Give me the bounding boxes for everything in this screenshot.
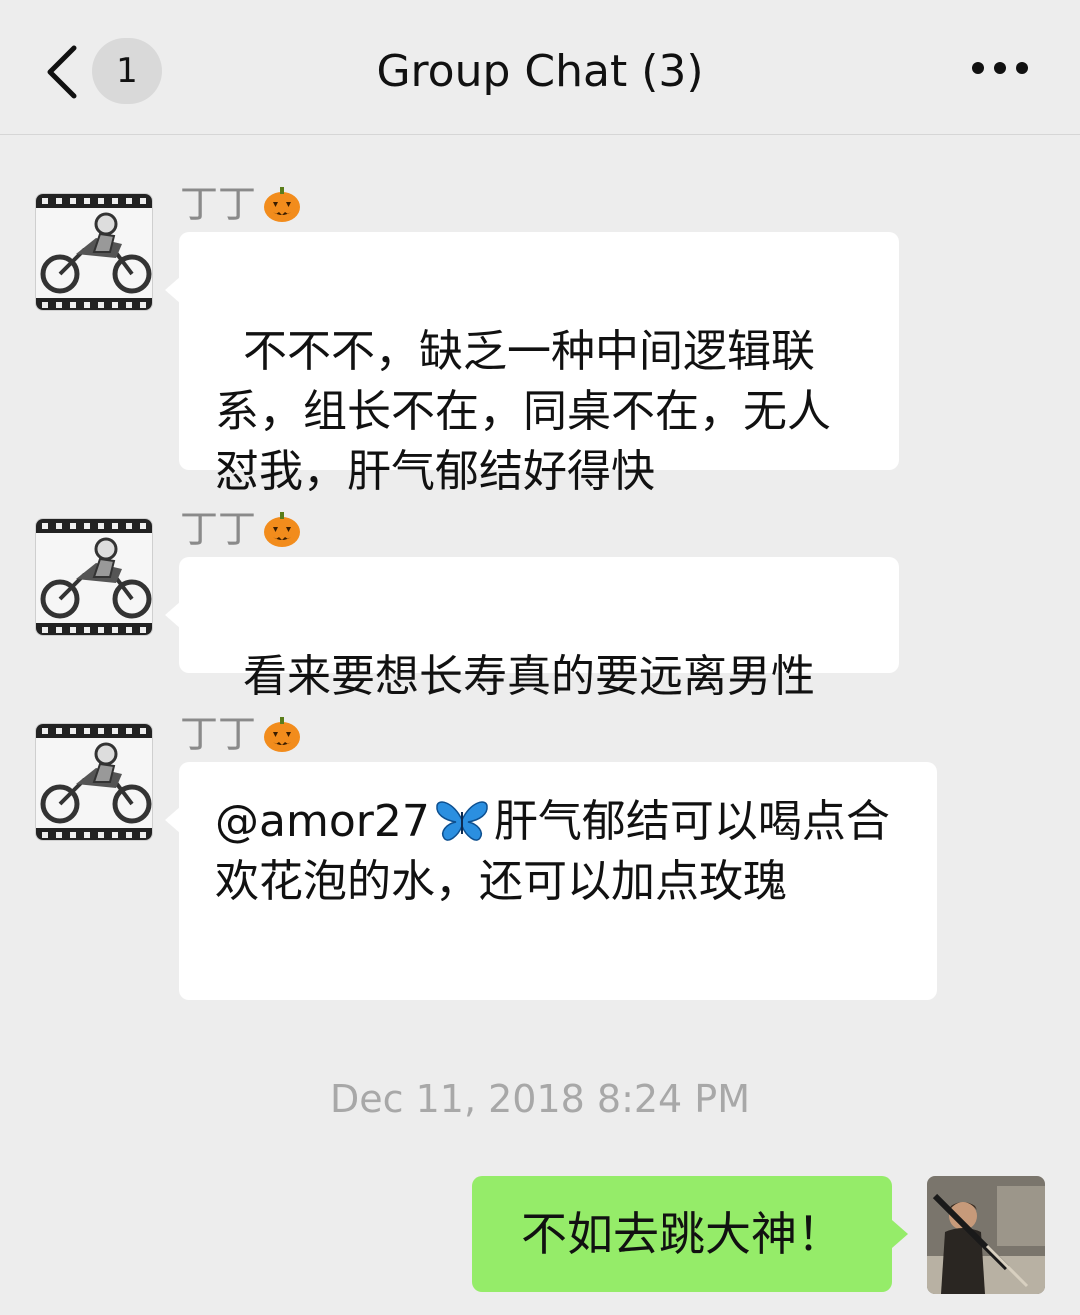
message-bubble[interactable]: @amor27 肝气郁结可以喝点合欢花泡的水，还可以加点玫瑰	[165, 762, 937, 1000]
chat-title: Group Chat (3)	[376, 46, 704, 97]
motorcycle-avatar-icon	[36, 519, 152, 635]
motorcycle-avatar-icon	[36, 724, 152, 840]
self-avatar[interactable]	[927, 1176, 1045, 1294]
message-text: 不不不，缺乏一种中间逻辑联系，组长不在，同桌不在，无人怼我，肝气郁结好得快	[215, 326, 831, 497]
more-dots-icon[interactable]	[972, 62, 1028, 78]
message-bubble[interactable]: 不不不，缺乏一种中间逻辑联系，组长不在，同桌不在，无人怼我，肝气郁结好得快	[165, 232, 899, 497]
timestamp: Dec 11, 2018 8:24 PM	[329, 1077, 751, 1121]
motorcycle-avatar-icon	[36, 194, 152, 310]
avatar[interactable]	[35, 193, 153, 311]
person-photo-avatar-icon	[927, 1176, 1045, 1294]
message-text: 看来要想长寿真的要远离男性	[242, 651, 815, 702]
message-bubble[interactable]: 看来要想长寿真的要远离男性	[165, 557, 899, 702]
pumpkin-icon	[264, 187, 301, 222]
sender-name-text: 丁丁	[180, 507, 257, 551]
sender-name: 丁丁	[180, 712, 302, 756]
pumpkin-icon	[264, 512, 301, 547]
avatar[interactable]	[35, 723, 153, 841]
sender-name-text: 丁丁	[180, 182, 257, 226]
sender-name: 丁丁	[180, 182, 302, 226]
outgoing-message-bubble[interactable]: 不如去跳大神！	[472, 1176, 908, 1292]
butterfly-icon	[436, 801, 488, 841]
message-text: 不如去跳大神！	[521, 1207, 843, 1261]
mention-text[interactable]: @amor27	[215, 796, 430, 847]
sender-name: 丁丁	[180, 507, 302, 551]
avatar[interactable]	[35, 518, 153, 636]
chat-header: 1 Group Chat (3)	[0, 0, 1080, 135]
pumpkin-icon	[264, 717, 301, 752]
sender-name-text: 丁丁	[180, 712, 257, 756]
